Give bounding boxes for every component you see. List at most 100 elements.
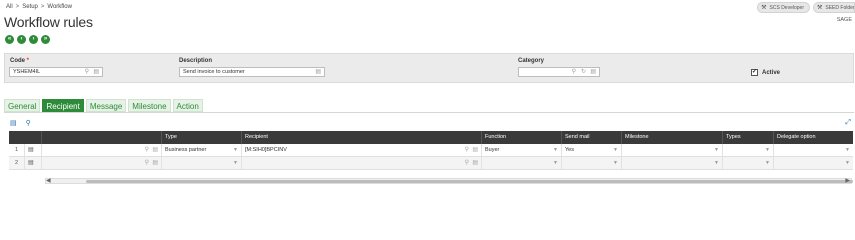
- header-delegate-option[interactable]: Delegate option: [774, 131, 853, 144]
- row-detail-icon[interactable]: ▤: [28, 147, 34, 153]
- cell-function[interactable]: Buyer ▼: [482, 144, 562, 157]
- row-detail[interactable]: ▤: [25, 157, 42, 170]
- header-function[interactable]: Function: [482, 131, 562, 144]
- header-type[interactable]: Type: [162, 131, 242, 144]
- row-detail[interactable]: ▤: [25, 144, 42, 157]
- chevron-down-icon[interactable]: ▼: [553, 157, 558, 170]
- recipient-grid: Type Recipient Function Send mail Milest…: [9, 131, 853, 170]
- search-icon[interactable]: ⚲: [465, 157, 469, 170]
- code-label-text: Code: [10, 58, 25, 64]
- tab-general[interactable]: General: [4, 99, 41, 112]
- chevron-down-icon[interactable]: ▼: [613, 157, 618, 170]
- chevron-down-icon[interactable]: ▼: [714, 144, 719, 157]
- type-value: Business partner: [165, 147, 207, 153]
- breadcrumb: All > Setup > Workflow: [6, 4, 72, 10]
- header-row-controls: [9, 131, 42, 144]
- cell-recipient[interactable]: ⚲ ▤: [242, 157, 482, 170]
- search-icon[interactable]: ⚲: [572, 68, 576, 76]
- list-icon[interactable]: ▤: [152, 144, 158, 157]
- scroll-left-icon[interactable]: ◀: [46, 177, 51, 184]
- breadcrumb-all[interactable]: All: [6, 4, 13, 10]
- chevron-down-icon[interactable]: ▼: [553, 144, 558, 157]
- criteria-panel: Code * YSHEM4IL ⚲ ▤ Description Send inv…: [4, 53, 854, 83]
- grid-header: Type Recipient Function Send mail Milest…: [9, 131, 853, 144]
- tab-recipient[interactable]: Recipient: [42, 99, 84, 112]
- code-label: Code *: [10, 58, 29, 64]
- scroll-right-icon[interactable]: ▶: [845, 177, 850, 184]
- cell-function[interactable]: ▼: [482, 157, 562, 170]
- cell-delegate[interactable]: ▼: [774, 144, 853, 157]
- cell-delegate[interactable]: ▼: [774, 157, 853, 170]
- active-checkbox-group[interactable]: ✓ Active: [751, 69, 780, 76]
- list-icon[interactable]: ▤: [472, 157, 478, 170]
- chevron-down-icon[interactable]: ▼: [233, 144, 238, 157]
- expand-icon[interactable]: ⤢: [845, 119, 851, 127]
- header-milestone[interactable]: Milestone: [622, 131, 723, 144]
- cell-type[interactable]: ▼: [162, 157, 242, 170]
- refresh-icon[interactable]: ↻: [581, 68, 586, 76]
- search-icon[interactable]: ⚲: [145, 157, 149, 170]
- code-field[interactable]: YSHEM4IL ⚲ ▤: [9, 67, 103, 77]
- horizontal-scrollbar[interactable]: ◀ ▶: [45, 177, 853, 184]
- grid-options-icon[interactable]: ▤: [10, 119, 17, 127]
- cell-recipient[interactable]: [M:SIH0]BPCINV ⚲ ▤: [242, 144, 482, 157]
- row-number: 2: [9, 157, 25, 170]
- next-record-button[interactable]: ›: [29, 35, 38, 44]
- developer-badge[interactable]: ⚒ SCS Developer: [757, 2, 810, 13]
- list-icon[interactable]: ▤: [152, 157, 158, 170]
- chevron-down-icon[interactable]: ▼: [765, 157, 770, 170]
- tab-divider: [4, 112, 854, 113]
- folder-badge[interactable]: ⚒ SEED Folder: [813, 2, 855, 13]
- header-send-mail[interactable]: Send mail: [562, 131, 622, 144]
- table-row[interactable]: 1 ▤ ⚲ ▤ Business partner ▼ [M:SIH0]BPCIN…: [9, 144, 853, 157]
- search-icon[interactable]: ⚲: [145, 144, 149, 157]
- header-recipient[interactable]: Recipient: [242, 131, 482, 144]
- chevron-down-icon[interactable]: ▼: [613, 144, 618, 157]
- cell-milestone[interactable]: ▼: [622, 157, 723, 170]
- cell-send-mail[interactable]: ▼: [562, 157, 622, 170]
- tab-message[interactable]: Message: [85, 99, 127, 112]
- cell-send-mail[interactable]: Yes ▼: [562, 144, 622, 157]
- tab-milestone[interactable]: Milestone: [128, 99, 171, 112]
- chevron-down-icon[interactable]: ▼: [765, 144, 770, 157]
- cell-types[interactable]: ▼: [723, 157, 774, 170]
- last-record-button[interactable]: »: [41, 35, 50, 44]
- wrench-icon: ⚒: [761, 5, 767, 11]
- list-icon[interactable]: ▤: [472, 144, 478, 157]
- tab-action[interactable]: Action: [172, 99, 203, 112]
- chevron-down-icon[interactable]: ▼: [714, 157, 719, 170]
- chevron-down-icon[interactable]: ▼: [233, 157, 238, 170]
- scroll-thumb[interactable]: [86, 180, 853, 183]
- search-icon[interactable]: ⚲: [26, 119, 31, 127]
- category-field[interactable]: ⚲ ↻ ▤: [518, 67, 600, 77]
- text-editor-icon[interactable]: ▤: [315, 68, 321, 76]
- header-types[interactable]: Types: [723, 131, 774, 144]
- description-label: Description: [179, 58, 213, 64]
- search-icon[interactable]: ⚲: [465, 144, 469, 157]
- chevron-down-icon[interactable]: ▼: [845, 144, 850, 157]
- cell-type[interactable]: Business partner ▼: [162, 144, 242, 157]
- list-icon[interactable]: ▤: [93, 68, 99, 76]
- row-detail-icon[interactable]: ▤: [28, 160, 34, 166]
- previous-record-button[interactable]: ‹: [17, 35, 26, 44]
- cell-types[interactable]: ▼: [723, 144, 774, 157]
- breadcrumb-setup[interactable]: Setup: [22, 4, 38, 10]
- description-field[interactable]: Send invoice to customer ▤: [179, 67, 325, 77]
- top-right-badges: ⚒ SCS Developer ⚒ SEED Folder: [757, 2, 855, 13]
- first-record-button[interactable]: «: [5, 35, 14, 44]
- cell-milestone[interactable]: ▼: [622, 144, 723, 157]
- chevron-down-icon[interactable]: ▼: [845, 157, 850, 170]
- grid-toolbar: ▤ ⚲: [10, 119, 31, 127]
- cell-blank[interactable]: ⚲ ▤: [42, 144, 162, 157]
- folder-label: SEED Folder: [825, 4, 855, 11]
- workflow-rules-page: { "breadcrumb": { "items": ["All", "Setu…: [0, 0, 855, 200]
- send-mail-value: Yes: [565, 147, 574, 153]
- code-value: YSHEM4IL: [13, 69, 41, 75]
- active-checkbox[interactable]: ✓: [751, 69, 758, 76]
- table-row[interactable]: 2 ▤ ⚲ ▤ ▼ ⚲ ▤ ▼ ▼ ▼ ▼ ▼: [9, 157, 853, 170]
- breadcrumb-workflow[interactable]: Workflow: [47, 4, 72, 10]
- description-value: Send invoice to customer: [183, 69, 245, 75]
- search-icon[interactable]: ⚲: [85, 68, 89, 76]
- cell-blank[interactable]: ⚲ ▤: [42, 157, 162, 170]
- list-icon[interactable]: ▤: [590, 68, 596, 76]
